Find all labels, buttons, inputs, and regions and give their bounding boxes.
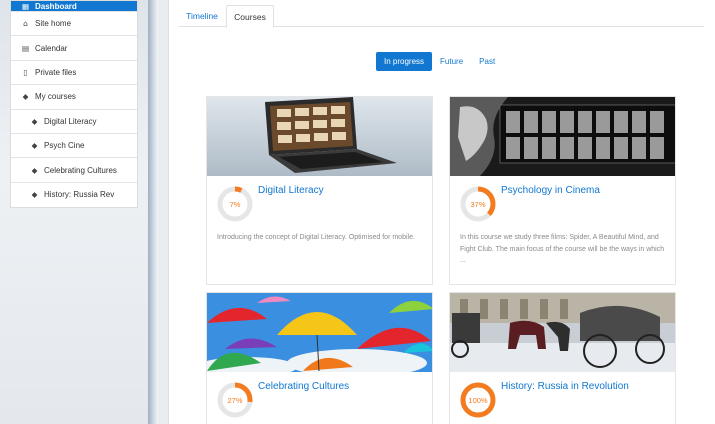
course-title-link[interactable]: Psychology in Cinema bbox=[501, 185, 600, 196]
course-title-link[interactable]: History: Russia in Revolution bbox=[501, 381, 629, 392]
filter-future[interactable]: Future bbox=[432, 52, 471, 71]
overview-tabs: Timeline Courses bbox=[179, 5, 704, 28]
filter-past[interactable]: Past bbox=[471, 52, 503, 71]
tab-courses[interactable]: Courses bbox=[226, 5, 274, 28]
graduation-cap-icon: ◆ bbox=[22, 92, 29, 102]
progress-chart: 27% bbox=[217, 382, 253, 418]
nav-item-label: Calendar bbox=[35, 43, 68, 53]
graduation-cap-icon: ◆ bbox=[31, 190, 38, 200]
file-icon: ▯ bbox=[23, 67, 28, 77]
graduation-cap-icon: ◆ bbox=[31, 116, 38, 126]
nav-item-label: Celebrating Cultures bbox=[44, 165, 117, 175]
sidebar-divider bbox=[148, 0, 158, 424]
tab-timeline[interactable]: Timeline bbox=[179, 5, 225, 27]
nav-item-dashboard[interactable]: ▦ Dashboard bbox=[11, 1, 137, 12]
dashboard-icon: ▦ bbox=[21, 2, 30, 11]
nav-item-my-courses[interactable]: ◆ My courses bbox=[11, 85, 137, 110]
nav-item-label: My courses bbox=[35, 92, 76, 102]
nav-item-course-celebrating-cultures[interactable]: ◆ Celebrating Cultures bbox=[11, 158, 137, 183]
course-image-horse-carriages[interactable] bbox=[450, 293, 675, 372]
course-summary: In this course we study three films: Spi… bbox=[460, 234, 665, 264]
course-status-filter: In progress Future Past bbox=[376, 52, 503, 71]
nav-item-label: Psych Cine bbox=[44, 141, 85, 151]
course-image-laptop[interactable] bbox=[207, 97, 432, 176]
nav-item-site-home[interactable]: ⌂ Site home bbox=[11, 12, 137, 37]
course-overview-block: Timeline Courses In progress Future Past bbox=[168, 0, 715, 424]
navigation-drawer: ▦ Dashboard ⌂ Site home ▤ Calendar ▯ Pri… bbox=[10, 0, 138, 209]
course-title-link[interactable]: Celebrating Cultures bbox=[258, 381, 349, 392]
nav-item-label: Digital Literacy bbox=[44, 116, 97, 126]
progress-chart: 100% bbox=[460, 382, 496, 418]
nav-item-label: Dashboard bbox=[35, 2, 77, 11]
nav-item-course-digital-literacy[interactable]: ◆ Digital Literacy bbox=[11, 110, 137, 134]
nav-item-label: History: Russia Rev bbox=[44, 190, 115, 200]
filter-in-progress[interactable]: In progress bbox=[376, 52, 433, 71]
course-card[interactable]: 37% Psychology in Cinema In this course … bbox=[449, 96, 676, 285]
nav-item-course-history-russia[interactable]: ◆ History: Russia Rev bbox=[11, 183, 137, 207]
course-card[interactable]: 100% History: Russia in Revolution bbox=[449, 292, 676, 424]
nav-item-label: Private files bbox=[35, 67, 77, 77]
course-title-link[interactable]: Digital Literacy bbox=[258, 185, 324, 196]
graduation-cap-icon: ◆ bbox=[31, 165, 38, 175]
nav-item-course-psych-cine[interactable]: ◆ Psych Cine bbox=[11, 134, 137, 159]
course-card[interactable]: 7% Digital Literacy Introducing the conc… bbox=[206, 96, 433, 285]
course-image-umbrellas[interactable] bbox=[207, 293, 432, 372]
nav-item-calendar[interactable]: ▤ Calendar bbox=[11, 36, 137, 61]
course-summary: Introducing the concept of Digital Liter… bbox=[217, 234, 415, 241]
home-icon: ⌂ bbox=[23, 19, 28, 29]
progress-percentage: 100% bbox=[468, 395, 488, 405]
progress-chart: 37% bbox=[460, 186, 496, 222]
nav-item-label: Site home bbox=[35, 19, 72, 29]
progress-percentage: 7% bbox=[229, 199, 241, 209]
graduation-cap-icon: ◆ bbox=[31, 141, 38, 151]
course-image-film-strip[interactable] bbox=[450, 97, 675, 176]
progress-percentage: 27% bbox=[227, 395, 243, 405]
calendar-icon: ▤ bbox=[21, 43, 30, 53]
course-card[interactable]: 27% Celebrating Cultures bbox=[206, 292, 433, 424]
nav-item-private-files[interactable]: ▯ Private files bbox=[11, 61, 137, 86]
progress-chart: 7% bbox=[217, 186, 253, 222]
progress-percentage: 37% bbox=[470, 199, 486, 209]
